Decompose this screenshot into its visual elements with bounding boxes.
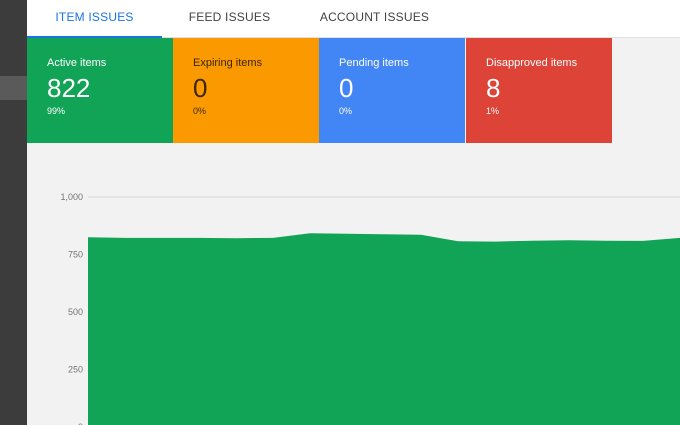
card-percent: 99% (47, 106, 66, 116)
issues-tabbar: ITEM ISSUES FEED ISSUES ACCOUNT ISSUES (27, 0, 680, 38)
tab-feed-issues[interactable]: FEED ISSUES (177, 0, 282, 37)
area-series-0 (88, 233, 680, 425)
active-items-card[interactable]: Active items 822 99% (27, 38, 173, 143)
card-value: 0 (193, 73, 208, 103)
card-label: Disapproved items (486, 57, 578, 69)
items-over-time-chart: 1,0007505002500 (27, 143, 680, 425)
card-value: 822 (47, 73, 91, 103)
y-tick-label: 750 (68, 250, 83, 260)
y-tick-label: 500 (68, 307, 83, 317)
items-area-chart: 1,0007505002500 (60, 192, 680, 425)
left-nav-selected-item[interactable] (0, 76, 27, 100)
y-tick-label: 250 (68, 365, 83, 375)
card-label: Expiring items (193, 57, 263, 69)
tab-account-issues[interactable]: ACCOUNT ISSUES (312, 0, 437, 37)
card-percent: 0% (339, 106, 353, 116)
left-nav-rail (0, 0, 27, 425)
card-label: Pending items (339, 57, 409, 69)
card-percent: 0% (193, 106, 207, 116)
pending-items-card[interactable]: Pending items 0 0% (319, 38, 465, 143)
card-value: 8 (486, 73, 501, 103)
card-label: Active items (47, 57, 107, 69)
expiring-items-card[interactable]: Expiring items 0 0% (173, 38, 319, 143)
tab-item-issues[interactable]: ITEM ISSUES (27, 0, 162, 38)
card-percent: 1% (486, 106, 500, 116)
y-tick-label: 1,000 (60, 192, 83, 202)
card-value: 0 (339, 73, 354, 103)
disapproved-items-card[interactable]: Disapproved items 8 1% (466, 38, 612, 143)
